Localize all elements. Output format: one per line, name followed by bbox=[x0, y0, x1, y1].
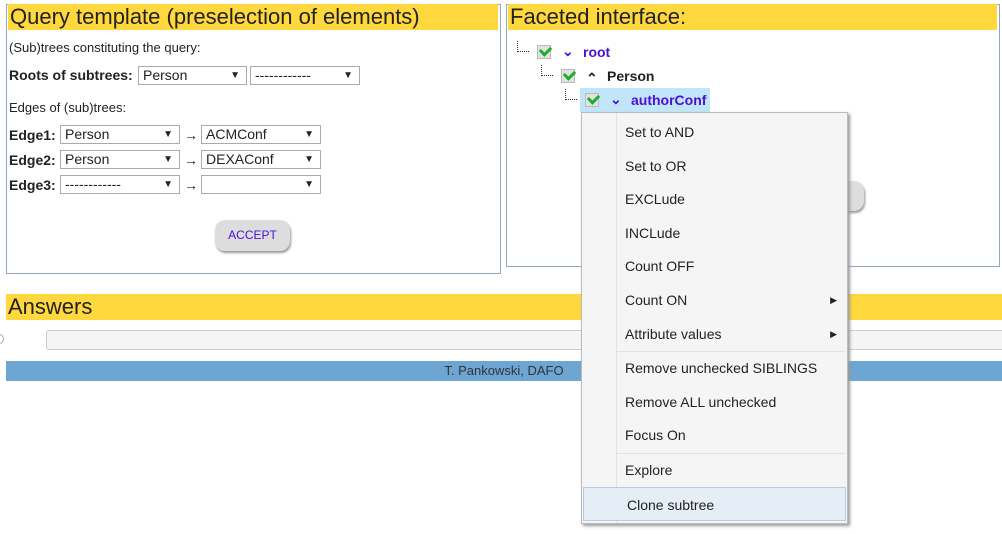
answers-title: Answers bbox=[6, 294, 1002, 320]
node-checkbox-authorconf[interactable] bbox=[585, 93, 599, 107]
submenu-arrow-icon: ▶ bbox=[830, 295, 837, 305]
query-template-title: Query template (preselection of elements… bbox=[8, 4, 498, 30]
menu-item-count-off[interactable]: Count OFF bbox=[582, 249, 847, 283]
menu-item-clone-subtree[interactable]: Clone subtree bbox=[583, 487, 846, 521]
menu-item-set-and[interactable]: Set to AND bbox=[582, 115, 847, 149]
edges-label: Edges of (sub)trees: bbox=[9, 100, 127, 115]
answers-radio[interactable] bbox=[0, 334, 4, 344]
menu-item-exclude[interactable]: EXCLude bbox=[582, 182, 847, 216]
chevron-up-icon[interactable]: ⌃ bbox=[586, 70, 598, 87]
chevron-down-icon[interactable]: ⌄ bbox=[610, 91, 622, 108]
edge-arrow: → bbox=[184, 127, 198, 143]
edge1-label: Edge1: bbox=[9, 127, 56, 143]
accept-button[interactable]: ACCEPT bbox=[215, 220, 290, 251]
tree-connector bbox=[517, 41, 529, 52]
context-menu: Set to AND Set to OR EXCLude INCLude Cou… bbox=[581, 112, 848, 524]
footer-bar: T. Pankowski, DAFO bbox=[6, 361, 1002, 381]
dropdown-arrow-icon: ▼ bbox=[230, 70, 240, 81]
edge3-label: Edge3: bbox=[9, 177, 56, 193]
menu-item-explore[interactable]: Explore bbox=[582, 453, 847, 487]
chevron-down-icon[interactable]: ⌄ bbox=[562, 43, 574, 60]
node-checkbox-person[interactable] bbox=[561, 69, 575, 83]
dropdown-arrow-icon: ▼ bbox=[163, 129, 173, 140]
edge3-to-select[interactable]: ▼ bbox=[201, 175, 321, 194]
edge2-from-select[interactable]: Person ▼ bbox=[60, 150, 180, 169]
edge1-to-select[interactable]: ACMConf ▼ bbox=[201, 125, 321, 144]
dropdown-arrow-icon: ▼ bbox=[304, 129, 314, 140]
footer-text: T. Pankowski, DAFO bbox=[444, 363, 564, 378]
menu-item-remove-all-unchecked[interactable]: Remove ALL unchecked bbox=[582, 385, 847, 419]
menu-item-remove-unchecked-siblings[interactable]: Remove unchecked SIBLINGS bbox=[582, 351, 847, 385]
edge-arrow: → bbox=[184, 177, 198, 193]
root-select-2[interactable]: ------------ ▼ bbox=[250, 66, 360, 85]
edge2-label: Edge2: bbox=[9, 152, 56, 168]
edge1-from-select[interactable]: Person ▼ bbox=[60, 125, 180, 144]
dropdown-arrow-icon: ▼ bbox=[343, 70, 353, 81]
dropdown-arrow-icon: ▼ bbox=[163, 154, 173, 165]
menu-item-focus-on[interactable]: Focus On bbox=[582, 418, 847, 452]
tree-connector bbox=[541, 65, 553, 76]
roots-label: Roots of subtrees: bbox=[9, 67, 133, 83]
tree-connector bbox=[565, 89, 577, 100]
submenu-arrow-icon: ▶ bbox=[830, 329, 837, 339]
root-select-1[interactable]: Person ▼ bbox=[138, 66, 247, 85]
tree-node-person[interactable]: Person bbox=[607, 68, 654, 84]
edge3-from-select[interactable]: ------------ ▼ bbox=[60, 175, 180, 194]
edge2-to-select[interactable]: DEXAConf ▼ bbox=[201, 150, 321, 169]
menu-item-set-or[interactable]: Set to OR bbox=[582, 149, 847, 183]
dropdown-arrow-icon: ▼ bbox=[163, 179, 173, 190]
tree-node-authorconf[interactable]: authorConf bbox=[631, 92, 706, 108]
faceted-interface-title: Faceted interface: bbox=[508, 4, 997, 30]
menu-item-count-on[interactable]: Count ON ▶ bbox=[582, 283, 847, 317]
menu-item-include[interactable]: INCLude bbox=[582, 216, 847, 250]
dropdown-arrow-icon: ▼ bbox=[304, 179, 314, 190]
answers-progress-bar bbox=[46, 330, 1002, 350]
subtrees-label: (Sub)trees constituting the query: bbox=[9, 40, 201, 55]
dropdown-arrow-icon: ▼ bbox=[304, 154, 314, 165]
node-checkbox-root[interactable] bbox=[537, 45, 551, 59]
edge-arrow: → bbox=[184, 152, 198, 168]
menu-item-attribute-values[interactable]: Attribute values ▶ bbox=[582, 317, 847, 351]
tree-node-root[interactable]: root bbox=[583, 44, 610, 60]
